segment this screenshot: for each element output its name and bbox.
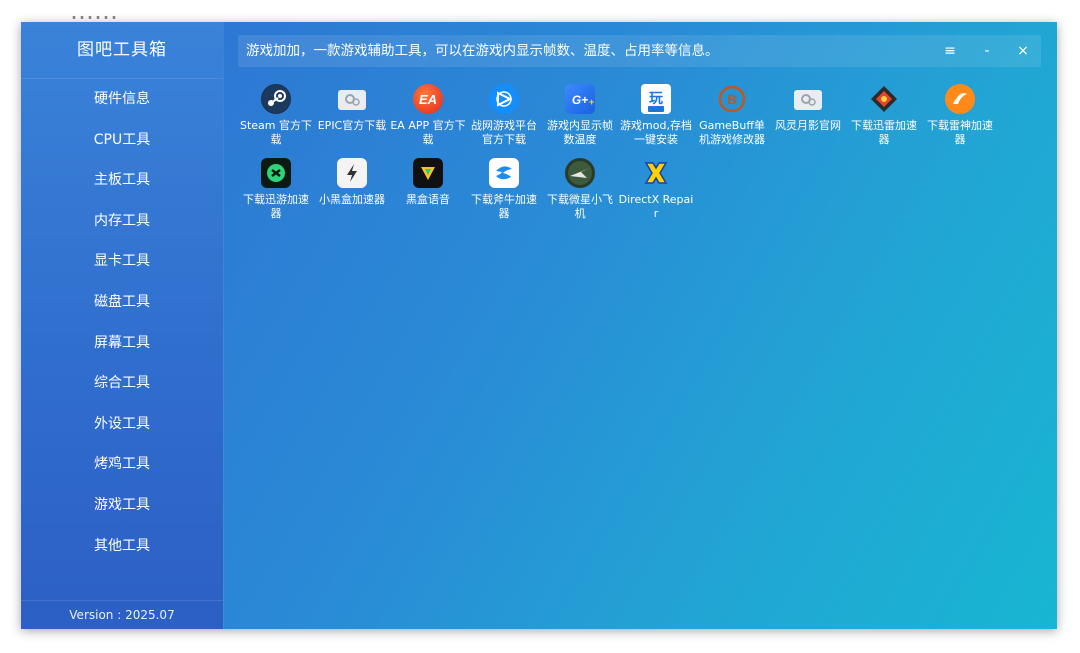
tool-heybox-accelerator[interactable]: 小黑盒加速器 [314,158,390,207]
tool-label: EA APP 官方下载 [390,119,466,146]
xunlei-icon [869,84,899,114]
notice-bar: 游戏加加，一款游戏辅助工具，可以在游戏内显示帧数、温度、占用率等信息。 ≡ - … [238,35,1041,67]
sidebar-item-cpu-tools[interactable]: CPU工具 [21,120,223,161]
tool-msi-afterburner[interactable]: 下载微星小飞机 [542,158,618,221]
menu-button[interactable]: ≡ [935,35,965,67]
steam-icon [261,84,291,114]
tool-label: 游戏mod,存档一键安装 [620,119,692,146]
minimize-button[interactable]: - [972,35,1002,67]
tool-epic[interactable]: EPIC官方下载 [314,84,390,133]
tool-ea-app[interactable]: EA EA APP 官方下载 [390,84,466,147]
leishen-icon [945,84,975,114]
tool-mod-installer[interactable]: 玩 游戏mod,存档一键安装 [618,84,694,147]
tool-label: 下载迅游加速器 [243,193,309,220]
app-title: 图吧工具箱 [21,22,223,79]
directx-repair-icon [641,158,671,188]
tool-funiu-accelerator[interactable]: 下载斧牛加速器 [466,158,542,221]
gamebuff-icon: B [717,84,747,114]
tool-xunlei-accelerator[interactable]: 下载迅雷加速器 [846,84,922,147]
mod-beta-icon: 玩 [641,84,671,114]
afterburner-icon [565,158,595,188]
tool-label: Steam 官方下载 [239,119,312,146]
sidebar-nav: 硬件信息 CPU工具 主板工具 内存工具 显卡工具 磁盘工具 屏幕工具 综合工具… [21,79,223,566]
tool-battlenet[interactable]: 战网游戏平台官方下载 [466,84,542,147]
tool-label: 下载微星小飞机 [547,193,613,220]
tool-label: EPIC官方下载 [317,119,387,132]
sidebar-item-disk-tools[interactable]: 磁盘工具 [21,282,223,323]
sidebar-item-general-tools[interactable]: 综合工具 [21,363,223,404]
tool-leishen-accelerator[interactable]: 下载雷神加速器 [922,84,998,147]
svg-text:EA: EA [419,92,437,107]
tool-label: 下载斧牛加速器 [471,193,537,220]
tool-label: DirectX Repair [618,193,694,220]
tool-label: 游戏内显示帧数温度 [547,119,613,146]
sidebar-item-screen-tools[interactable]: 屏幕工具 [21,323,223,364]
tool-label: GameBuff单机游戏修改器 [699,119,765,146]
tool-steam[interactable]: Steam 官方下载 [238,84,314,147]
ea-icon: EA [413,84,443,114]
svg-text:+: + [589,97,594,107]
sidebar-item-gpu-tools[interactable]: 显卡工具 [21,241,223,282]
tool-fengling-yueying[interactable]: 风灵月影官网 [770,84,846,133]
tool-xunyou-accelerator[interactable]: 下载迅游加速器 [238,158,314,221]
heybox-voice-icon [413,158,443,188]
sidebar: 图吧工具箱 硬件信息 CPU工具 主板工具 内存工具 显卡工具 磁盘工具 屏幕工… [21,22,223,629]
version-label: Version : 2025.07 [21,600,223,629]
tool-gplus[interactable]: G+ + 游戏内显示帧数温度 [542,84,618,147]
tool-heybox-voice[interactable]: 黑盒语音 [390,158,466,207]
tool-label: 风灵月影官网 [775,119,841,132]
sidebar-item-memory-tools[interactable]: 内存工具 [21,201,223,242]
gplus-icon: G+ + [565,84,595,114]
close-button[interactable]: × [1008,35,1038,67]
notice-text: 游戏加加，一款游戏辅助工具，可以在游戏内显示帧数、温度、占用率等信息。 [246,43,719,59]
battlenet-icon [489,84,519,114]
svg-text:B: B [727,92,736,107]
background-window-fragment: …… [70,0,118,22]
sidebar-item-other-tools[interactable]: 其他工具 [21,526,223,567]
app-window: 图吧工具箱 硬件信息 CPU工具 主板工具 内存工具 显卡工具 磁盘工具 屏幕工… [21,22,1057,629]
placeholder-gear-icon [338,90,366,110]
sidebar-item-hardware-info[interactable]: 硬件信息 [21,79,223,120]
sidebar-item-motherboard-tools[interactable]: 主板工具 [21,160,223,201]
tool-directx-repair[interactable]: DirectX Repair [618,158,694,221]
svg-text:G+: G+ [572,93,588,107]
svg-text:玩: 玩 [649,91,663,107]
sidebar-item-peripheral-tools[interactable]: 外设工具 [21,404,223,445]
funiu-icon [489,158,519,188]
placeholder-gear-icon [794,90,822,110]
tool-label: 黑盒语音 [406,193,450,206]
tool-gamebuff[interactable]: B GameBuff单机游戏修改器 [694,84,770,147]
xunyou-icon [261,158,291,188]
tool-label: 战网游戏平台官方下载 [471,119,537,146]
sidebar-item-stress-test-tools[interactable]: 烤鸡工具 [21,444,223,485]
tool-label: 下载雷神加速器 [927,119,993,146]
tool-label: 小黑盒加速器 [319,193,385,206]
tool-label: 下载迅雷加速器 [851,119,917,146]
heybox-icon [337,158,367,188]
sidebar-item-game-tools[interactable]: 游戏工具 [21,485,223,526]
